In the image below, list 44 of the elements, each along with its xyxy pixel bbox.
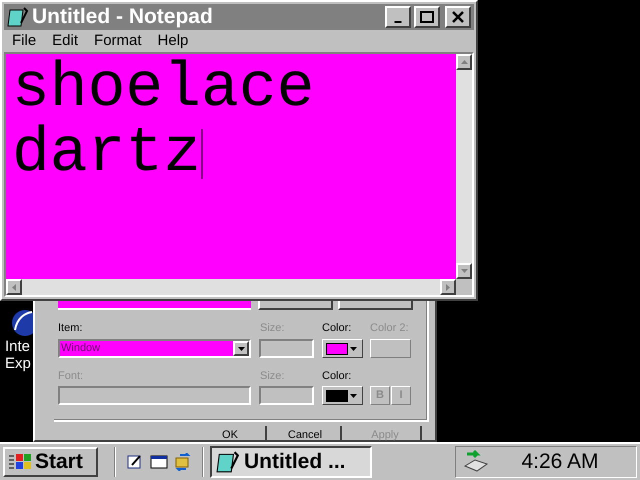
scroll-down-arrow-icon — [460, 269, 468, 273]
item-label: Item: — [58, 322, 82, 335]
windows-logo-icon — [8, 452, 32, 472]
editor-text-line: shoelace — [12, 56, 314, 121]
color-picker-button[interactable] — [322, 386, 363, 405]
minimize-icon — [394, 21, 402, 23]
window-title: Untitled - Notepad — [32, 5, 214, 29]
desktop-icon-label: Exp — [5, 355, 31, 372]
scroll-up-arrow-icon — [460, 60, 468, 64]
menu-item[interactable]: File — [12, 30, 36, 52]
size-spinner[interactable] — [259, 339, 314, 358]
menu-item[interactable]: Format — [94, 30, 142, 52]
taskbar-button[interactable]: Untitled ... — [210, 446, 372, 478]
scroll-right-arrow-icon — [446, 284, 450, 290]
start-button[interactable]: Start — [3, 447, 98, 477]
minimize-button[interactable] — [385, 6, 411, 28]
color-2-button[interactable] — [370, 339, 411, 358]
dropdown-arrow-icon — [238, 346, 244, 350]
arrows-icon[interactable] — [174, 453, 192, 471]
font-dropdown[interactable] — [58, 386, 251, 405]
notepad-icon — [7, 6, 29, 28]
menu-item[interactable]: Help — [158, 30, 188, 52]
font-color-label: Color: — [322, 370, 352, 383]
maximize-button[interactable] — [414, 6, 440, 28]
font-size-dropdown[interactable] — [259, 386, 314, 405]
text-editor[interactable]: shoelace dartz — [6, 54, 456, 279]
window-icon[interactable] — [150, 454, 168, 470]
notepad-icon — [216, 450, 240, 474]
maximize-icon — [418, 9, 436, 25]
text-cursor — [201, 128, 204, 178]
desktop-icon-label: Inte — [5, 338, 30, 355]
network-icon[interactable] — [462, 450, 490, 474]
dropdown-arrow-icon — [350, 394, 357, 398]
color-label: Color: — [322, 322, 352, 335]
close-button[interactable] — [445, 6, 471, 28]
clock: 4:26 AM — [520, 449, 600, 476]
dropdown-arrow-icon — [350, 346, 357, 350]
vertical-scrollbar[interactable] — [456, 54, 472, 279]
menu-item[interactable]: Edit — [52, 30, 78, 52]
close-icon — [449, 9, 467, 25]
horizontal-scrollbar[interactable] — [6, 279, 456, 295]
color-picker-button[interactable] — [322, 339, 363, 358]
scroll-left-arrow-icon — [12, 284, 16, 290]
editor-text-line: dartz — [12, 121, 202, 186]
